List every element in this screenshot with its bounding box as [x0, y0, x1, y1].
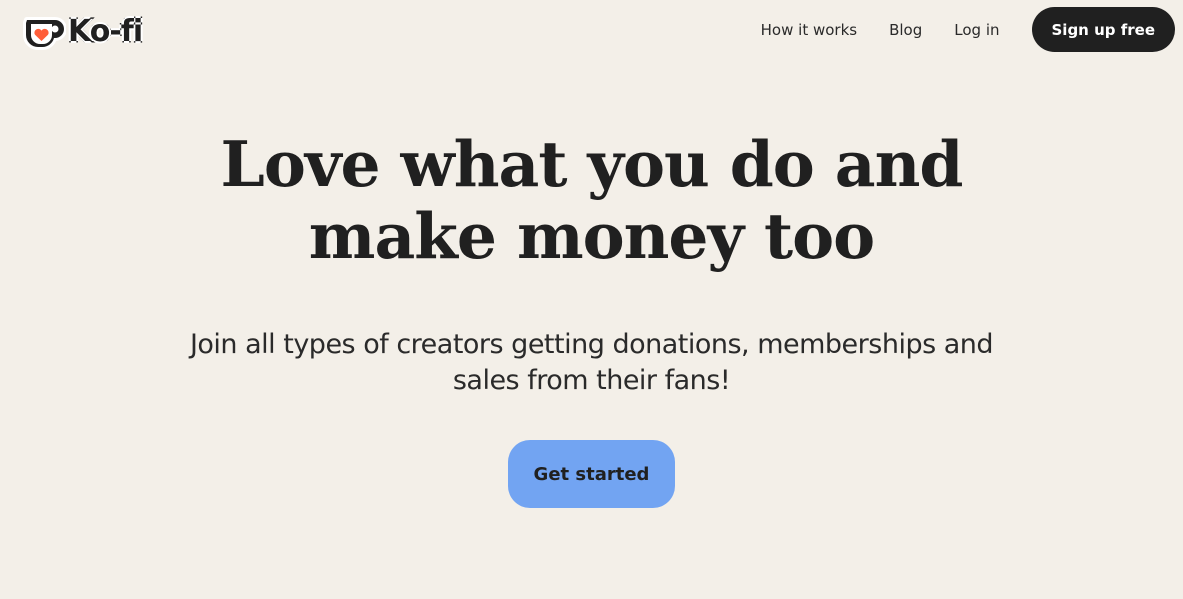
main-nav: How it works Blog Log in Sign up free: [761, 7, 1175, 52]
logo-wordmark: Ko-fi: [66, 12, 144, 50]
hero-title: Love what you do and make money too: [0, 128, 1183, 272]
get-started-button[interactable]: Get started: [508, 440, 675, 508]
hero-subtitle-line-1: Join all types of creators getting donat…: [189, 329, 994, 360]
hero-title-line-2: make money too: [308, 199, 875, 273]
signup-button[interactable]: Sign up free: [1031, 7, 1175, 52]
site-header: Ko-fi How it works Blog Log in Sign up f…: [0, 0, 1183, 60]
coffee-cup-heart-icon: [23, 17, 66, 50]
hero-subtitle-line-2: sales from their fans!: [452, 365, 731, 396]
hero-subtitle: Join all types of creators getting donat…: [150, 327, 1033, 399]
kofi-logo[interactable]: Ko-fi: [22, 12, 145, 52]
nav-blog[interactable]: Blog: [889, 21, 922, 39]
hero-title-line-1: Love what you do and: [220, 127, 964, 201]
nav-login[interactable]: Log in: [954, 21, 999, 39]
nav-how-it-works[interactable]: How it works: [761, 21, 857, 39]
